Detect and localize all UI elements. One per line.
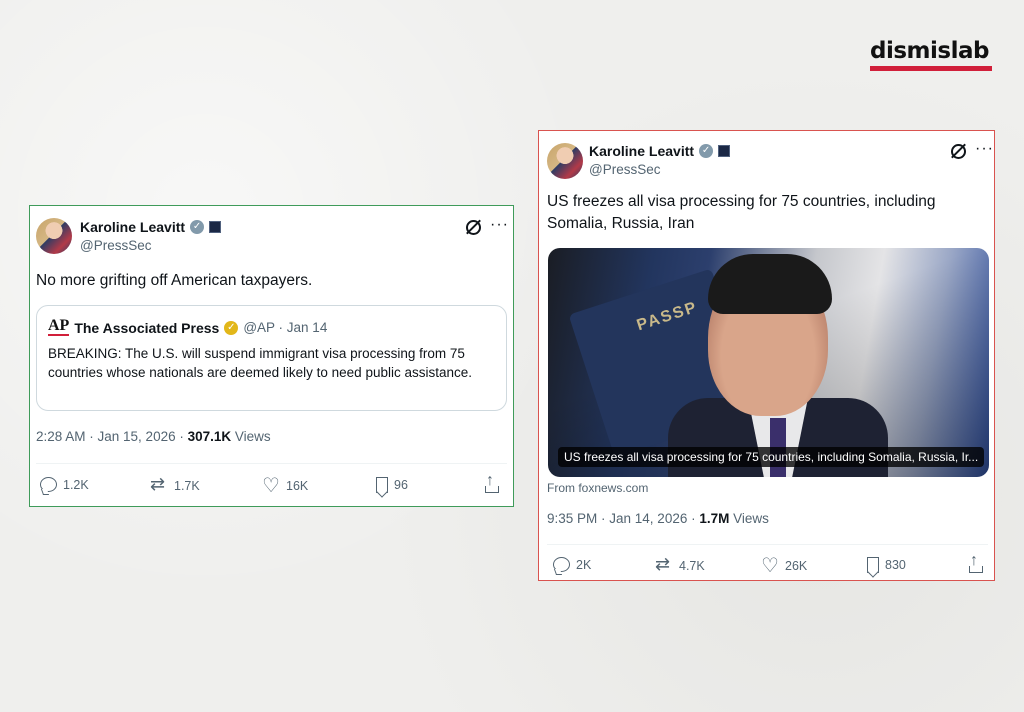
person-hair xyxy=(708,254,832,314)
ap-logo: AP xyxy=(48,317,70,336)
verified-badge-icon: ✓ xyxy=(699,144,714,158)
bookmark-button[interactable]: 96 xyxy=(376,477,408,493)
article-card-caption: US freezes all visa processing for 75 co… xyxy=(558,447,985,467)
quoted-author-name: The Associated Press xyxy=(74,319,220,336)
right-tweet-card: Karoline Leavitt ✓ @PressSec ··· US free… xyxy=(538,130,995,581)
bookmark-count: 96 xyxy=(394,478,408,492)
verified-badge-icon: ✓ xyxy=(190,220,205,234)
bookmark-count: 830 xyxy=(885,558,906,572)
timestamp-text[interactable]: 2:28 AM · Jan 15, 2026 · xyxy=(36,429,188,444)
views-label: Views xyxy=(231,429,271,444)
grok-icon[interactable] xyxy=(951,144,966,159)
more-options-icon[interactable]: ··· xyxy=(975,140,994,158)
reply-count: 2K xyxy=(576,557,592,572)
repost-button[interactable]: 1.7K xyxy=(150,474,200,495)
bookmark-icon xyxy=(867,557,879,573)
tweet-text: No more grifting off American taxpayers. xyxy=(36,272,313,289)
reply-icon xyxy=(40,477,57,492)
grok-icon[interactable] xyxy=(466,220,481,235)
like-count: 26K xyxy=(785,559,808,573)
repost-button[interactable]: 4.7K xyxy=(655,554,705,575)
reply-button[interactable]: 1.2K xyxy=(40,477,89,492)
views-count: 1.7M xyxy=(699,511,730,526)
author-name[interactable]: Karoline Leavitt xyxy=(80,219,185,235)
reply-count: 1.2K xyxy=(63,477,89,492)
article-card-image[interactable]: PASSP US freezes all visa processing for… xyxy=(548,248,989,477)
share-icon xyxy=(969,552,985,573)
logo-underline xyxy=(870,66,992,71)
government-badge-icon xyxy=(718,145,731,157)
quoted-tweet-text: BREAKING: The U.S. will suspend immigran… xyxy=(48,346,472,380)
views-label: Views xyxy=(729,511,769,526)
repost-count: 1.7K xyxy=(174,479,200,493)
divider xyxy=(547,544,988,545)
reply-icon xyxy=(553,557,570,572)
left-tweet-card: Karoline Leavitt ✓ @PressSec ··· No more… xyxy=(29,205,514,507)
author-name[interactable]: Karoline Leavitt xyxy=(589,143,694,159)
author-name-row: Karoline Leavitt ✓ xyxy=(589,143,731,159)
author-handle[interactable]: @PressSec xyxy=(589,162,660,177)
verified-gold-badge-icon: ✓ xyxy=(224,320,239,335)
more-options-icon[interactable]: ··· xyxy=(490,216,509,234)
author-avatar[interactable] xyxy=(547,143,583,179)
bookmark-button[interactable]: 830 xyxy=(867,557,906,573)
reply-button[interactable]: 2K xyxy=(553,557,591,572)
share-icon xyxy=(485,472,501,493)
author-handle[interactable]: @PressSec xyxy=(80,238,151,253)
repost-count: 4.7K xyxy=(679,559,705,573)
link-source[interactable]: From foxnews.com xyxy=(547,481,648,495)
views-count: 307.1K xyxy=(187,429,232,444)
like-button[interactable]: 26K xyxy=(761,553,808,578)
bookmark-icon xyxy=(376,477,388,493)
divider xyxy=(36,463,507,464)
logo-text: dismislab xyxy=(870,38,989,64)
tweet-timestamp: 2:28 AM · Jan 15, 2026 · 307.1K Views xyxy=(36,429,271,444)
author-avatar[interactable] xyxy=(36,218,72,254)
heart-icon xyxy=(761,553,779,578)
quoted-tweet[interactable]: AP The Associated Press ✓ @AP · Jan 14 B… xyxy=(36,305,507,411)
quoted-tweet-meta: @AP · Jan 14 xyxy=(243,320,328,335)
share-button[interactable] xyxy=(969,552,985,573)
government-badge-icon xyxy=(209,221,222,233)
tweet-timestamp: 9:35 PM · Jan 14, 2026 · 1.7M Views xyxy=(547,511,769,526)
quoted-tweet-header: AP The Associated Press ✓ @AP · Jan 14 xyxy=(48,317,328,336)
tweet-text: US freezes all visa processing for 75 co… xyxy=(547,193,936,232)
repost-icon xyxy=(655,554,673,575)
share-button[interactable] xyxy=(485,472,501,493)
heart-icon xyxy=(262,473,280,498)
like-button[interactable]: 16K xyxy=(262,473,309,498)
like-count: 16K xyxy=(286,479,309,493)
timestamp-text[interactable]: 9:35 PM · Jan 14, 2026 · xyxy=(547,511,699,526)
author-name-row: Karoline Leavitt ✓ xyxy=(80,219,222,235)
repost-icon xyxy=(150,474,168,495)
dismislab-logo: dismislab xyxy=(870,38,994,72)
